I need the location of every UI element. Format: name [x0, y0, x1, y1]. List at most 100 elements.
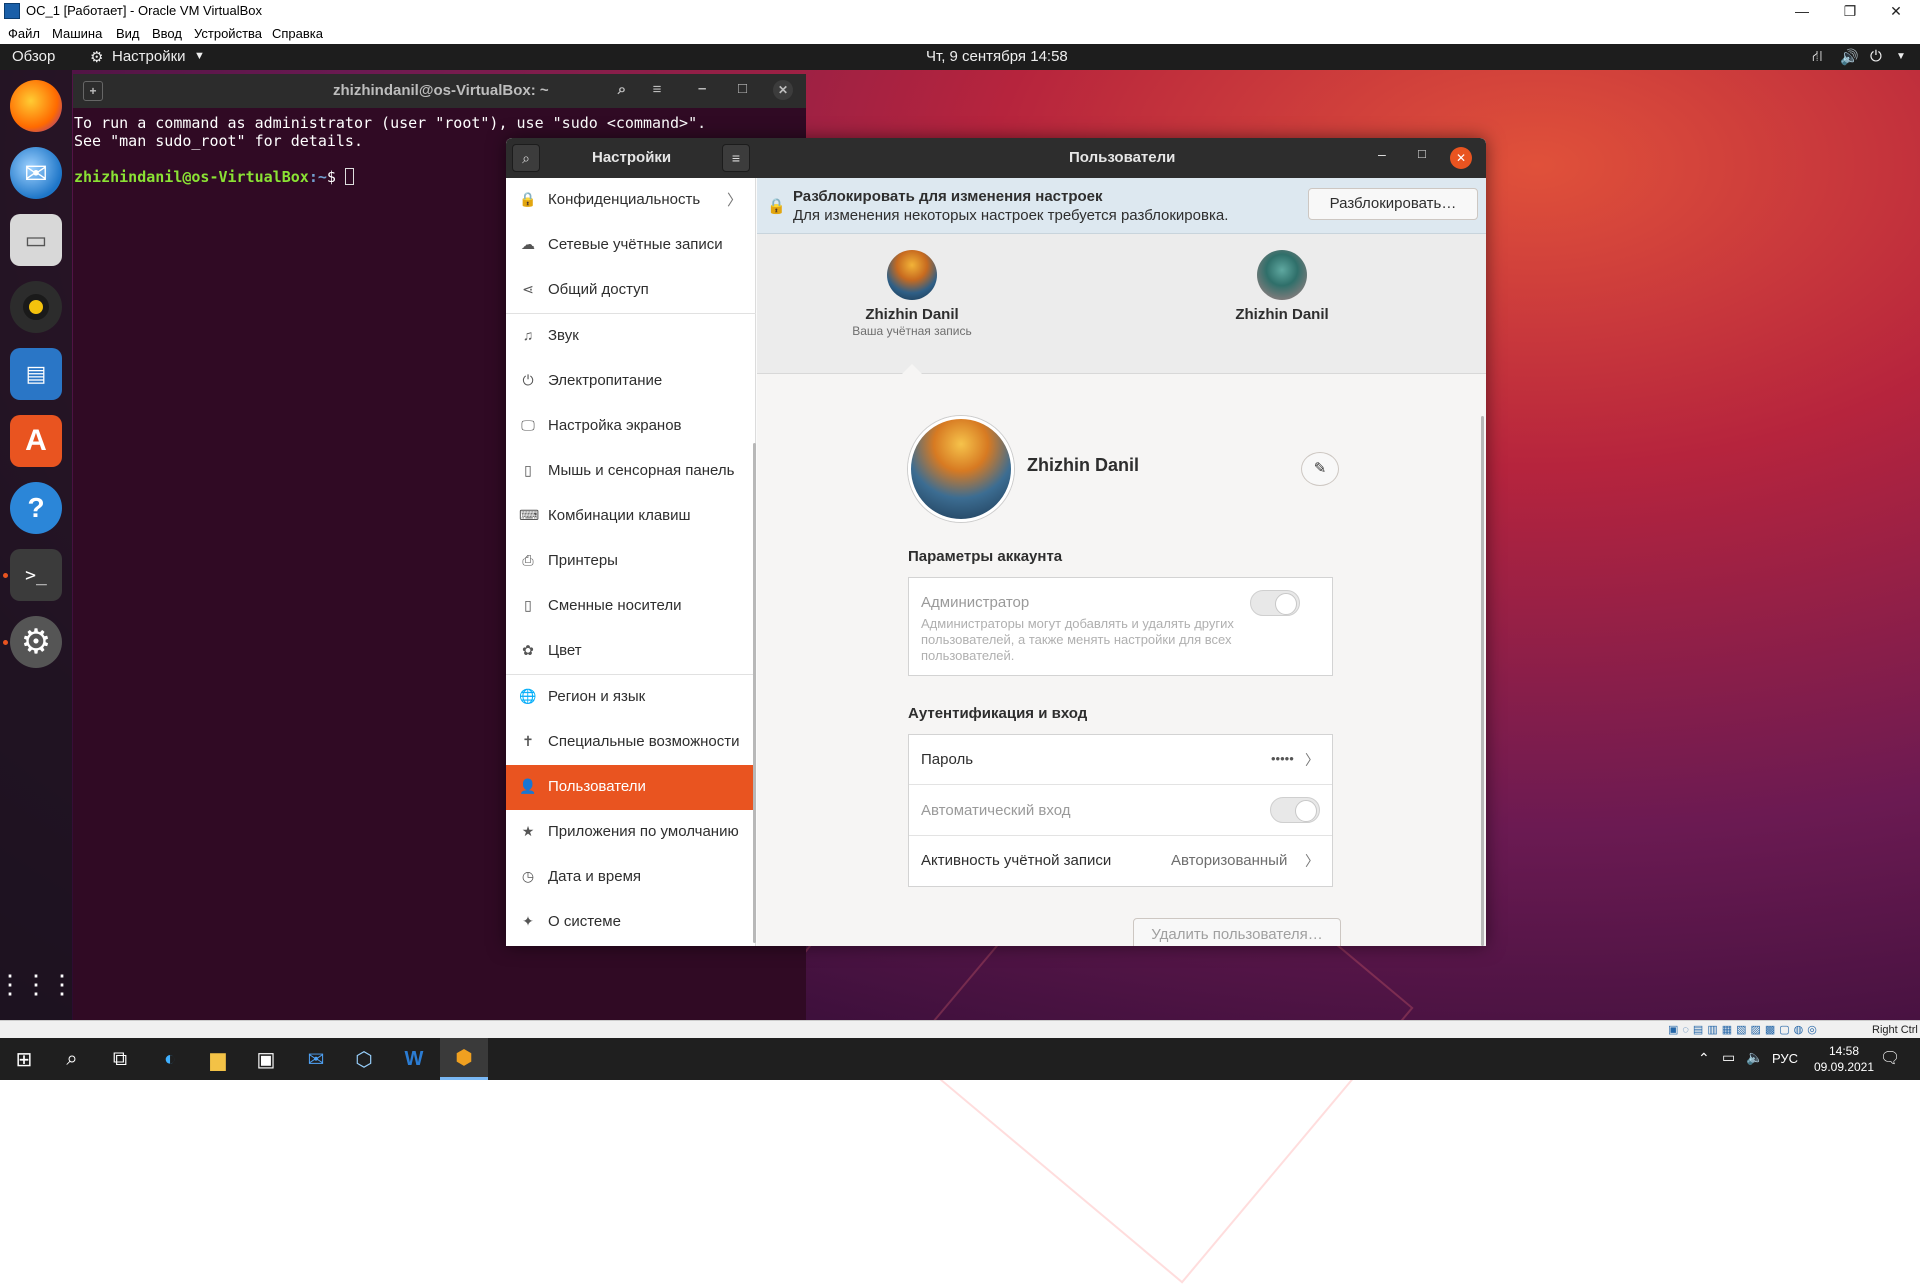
- sidebar-item-privacy[interactable]: 🔒 Конфиденциальность 〉: [506, 178, 756, 223]
- help-icon[interactable]: ?: [10, 482, 62, 534]
- menu-button[interactable]: ≡: [722, 144, 750, 172]
- sidebar-item-sound[interactable]: ♫ Звук: [506, 314, 756, 359]
- account-activity-row[interactable]: Активность учётной записи Авторизованный…: [909, 836, 1332, 886]
- windows-start-icon[interactable]: ⊞: [0, 1038, 48, 1080]
- close-icon[interactable]: ✕: [773, 80, 793, 100]
- power-icon[interactable]: ⏻: [1870, 48, 1882, 65]
- rhythmbox-icon[interactable]: [10, 281, 62, 333]
- admin-toggle[interactable]: [1250, 590, 1300, 616]
- menu-icon[interactable]: ≡: [643, 81, 671, 103]
- menu-input[interactable]: Ввод: [152, 26, 182, 41]
- language-indicator[interactable]: РУС: [1772, 1051, 1798, 1066]
- show-apps-icon[interactable]: ⋮⋮⋮: [0, 958, 75, 1010]
- ubuntu-dock: ✉ ▭ ▤ A ? >_ ⚙ ⋮⋮⋮: [0, 70, 75, 1020]
- store-icon[interactable]: ▣: [242, 1038, 290, 1080]
- sidebar-item-online-accounts[interactable]: ☁ Сетевые учётные записи: [506, 223, 756, 268]
- keyboard-icon: ⌨: [519, 507, 540, 523]
- sidebar-item-default-apps[interactable]: ★ Приложения по умолчанию: [506, 810, 756, 855]
- running-indicator: [3, 573, 8, 578]
- app-menu[interactable]: Настройки: [112, 48, 186, 65]
- chevron-down-icon[interactable]: ▼: [1896, 51, 1906, 62]
- vm-window-icon[interactable]: ⬢: [440, 1038, 488, 1080]
- menu-devices[interactable]: Устройства: [194, 26, 262, 41]
- menu-machine[interactable]: Машина: [52, 26, 102, 41]
- edit-name-button[interactable]: ✎: [1301, 452, 1339, 486]
- music-note-icon: ♫: [522, 327, 534, 343]
- close-icon[interactable]: ✕: [1874, 0, 1918, 22]
- settings-icon[interactable]: ⚙: [10, 616, 62, 668]
- clock[interactable]: Чт, 9 сентября 14:58: [926, 48, 1068, 65]
- menu-file[interactable]: Файл: [8, 26, 40, 41]
- vbox-device-icons[interactable]: ▣◌▤▥▦▧▨▩▢◍◎: [1668, 1023, 1821, 1036]
- autologin-toggle[interactable]: [1270, 797, 1320, 823]
- sidebar-item-label: Общий доступ: [548, 281, 649, 298]
- sidebar-item-removable-media[interactable]: ▯ Сменные носители: [506, 584, 756, 629]
- minimize-icon[interactable]: –: [1378, 146, 1386, 162]
- sidebar-item-color[interactable]: ✿ Цвет: [506, 629, 756, 674]
- network-icon[interactable]: ▭: [1722, 1049, 1735, 1066]
- word-icon[interactable]: W: [390, 1038, 438, 1080]
- mail-icon[interactable]: ✉: [292, 1038, 340, 1080]
- search-button[interactable]: ⌕: [512, 144, 540, 172]
- minimize-icon[interactable]: —: [1780, 0, 1824, 22]
- search-icon[interactable]: ⌕: [48, 1038, 96, 1080]
- file-explorer-icon[interactable]: ▆: [194, 1038, 242, 1080]
- new-tab-icon[interactable]: +: [83, 81, 103, 101]
- sidebar-item-printers[interactable]: ⎙ Принтеры: [506, 539, 756, 584]
- profile-name[interactable]: Zhizhin Danil: [1027, 455, 1139, 476]
- sidebar-item-mouse[interactable]: ▯ Мышь и сенсорная панель: [506, 449, 756, 494]
- files-icon[interactable]: ▭: [10, 214, 62, 266]
- terminal-title: zhizhindanil@os-VirtualBox: ~: [333, 82, 549, 99]
- unlock-button[interactable]: Разблокировать…: [1308, 188, 1478, 220]
- sidebar-item-keyboard[interactable]: ⌨ Комбинации клавиш: [506, 494, 756, 539]
- sidebar-item-about[interactable]: ✦ О системе: [506, 900, 756, 945]
- user-icon: 👤: [519, 778, 537, 794]
- thunderbird-icon[interactable]: ✉: [10, 147, 62, 199]
- tray-time[interactable]: 14:58: [1818, 1044, 1870, 1058]
- edge-icon[interactable]: ◐: [146, 1038, 194, 1080]
- sidebar-item-users[interactable]: 👤 Пользователи: [506, 765, 756, 810]
- sidebar-item-accessibility[interactable]: ✝ Специальные возможности: [506, 720, 756, 765]
- sidebar-item-power[interactable]: ⏻ Электропитание: [506, 359, 756, 404]
- menu-view[interactable]: Вид: [116, 26, 140, 41]
- gear-icon: ⚙: [90, 49, 104, 66]
- content-scrollbar[interactable]: [1481, 416, 1484, 946]
- search-icon[interactable]: ⌕: [608, 81, 636, 103]
- users-panel: 🔒 Разблокировать для изменения настроек …: [757, 178, 1486, 946]
- vbox-menu-bar: Файл Машина Вид Ввод Устройства Справка: [0, 22, 1920, 44]
- volume-icon[interactable]: 🔈: [1746, 1049, 1763, 1066]
- firefox-icon[interactable]: [10, 80, 62, 132]
- task-view-icon[interactable]: ⧉: [96, 1038, 144, 1080]
- tray-date[interactable]: 09.09.2021: [1806, 1060, 1882, 1074]
- network-icon[interactable]: ⛙: [1812, 48, 1823, 67]
- sidebar-item-displays[interactable]: 🖵 Настройка экранов: [506, 404, 756, 449]
- delete-user-button[interactable]: Удалить пользователя…: [1133, 918, 1341, 946]
- sidebar-item-date-time[interactable]: ◷ Дата и время: [506, 855, 756, 900]
- sidebar-item-label: О системе: [548, 913, 621, 930]
- close-icon[interactable]: ✕: [1450, 147, 1472, 169]
- avatar: [1257, 250, 1307, 300]
- minimize-icon[interactable]: –: [698, 80, 706, 97]
- menu-help[interactable]: Справка: [272, 26, 323, 41]
- password-row[interactable]: Пароль ••••• 〉: [909, 735, 1332, 785]
- maximize-icon[interactable]: □: [1418, 146, 1426, 161]
- notifications-icon[interactable]: 🗨: [1880, 1048, 1900, 1068]
- user-caption: Ваша учётная запись: [852, 324, 972, 338]
- chevron-up-icon[interactable]: ⌃: [1698, 1050, 1710, 1067]
- restore-icon[interactable]: ❐: [1828, 0, 1872, 22]
- virtualbox-app-icon[interactable]: ⬡: [340, 1038, 388, 1080]
- unlock-subtitle: Для изменения некоторых настроек требует…: [793, 207, 1229, 224]
- sidebar-scrollbar[interactable]: [753, 443, 756, 943]
- sidebar-item-sharing[interactable]: ⋖ Общий доступ: [506, 268, 756, 313]
- avatar[interactable]: [908, 416, 1014, 522]
- maximize-icon[interactable]: □: [738, 80, 747, 97]
- volume-icon[interactable]: 🔊: [1840, 48, 1859, 66]
- terminal-icon[interactable]: >_: [10, 549, 62, 601]
- account-card: Администратор Администраторы могут добав…: [908, 577, 1333, 676]
- sidebar-item-region[interactable]: 🌐 Регион и язык: [506, 675, 756, 720]
- writer-icon[interactable]: ▤: [10, 348, 62, 400]
- terminal-header: + zhizhindanil@os-VirtualBox: ~ ⌕ ≡ – □ …: [73, 74, 806, 108]
- software-center-icon[interactable]: A: [10, 415, 62, 467]
- user-name: Zhizhin Danil: [865, 306, 959, 323]
- activities-button[interactable]: Обзор: [12, 48, 55, 65]
